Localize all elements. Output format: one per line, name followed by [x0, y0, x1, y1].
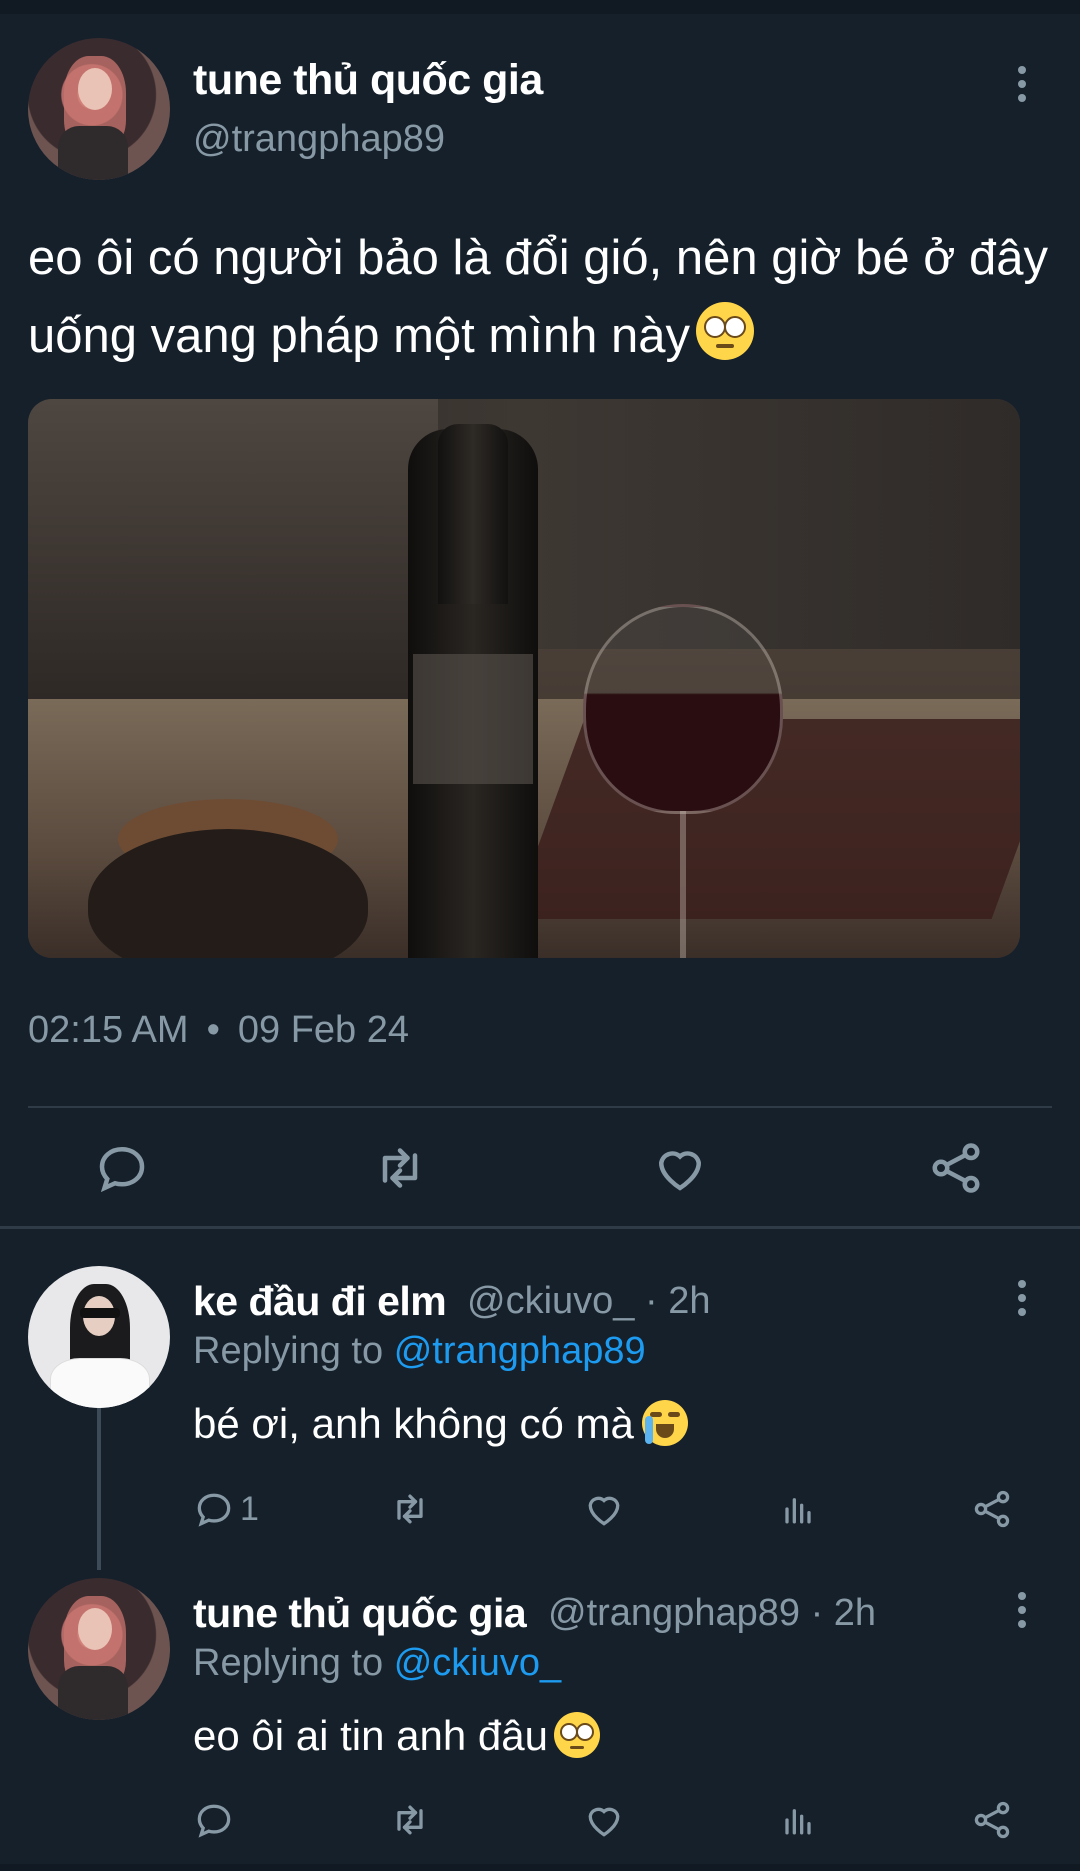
replying-to: Replying to @ckiuvo_ — [193, 1642, 561, 1685]
reply-text: bé ơi, anh không có mà — [193, 1400, 688, 1448]
reply-author-meta: @trangphap89 · 2h — [548, 1592, 876, 1635]
section-divider — [0, 1226, 1080, 1229]
replying-mention[interactable]: @ckiuvo_ — [394, 1642, 561, 1684]
like-icon[interactable] — [582, 1798, 626, 1842]
timestamp-separator: • — [206, 1009, 220, 1051]
analytics-icon[interactable] — [776, 1487, 820, 1531]
reply-icon[interactable]: 1 — [192, 1487, 259, 1531]
tweet-text: eo ôi có người bảo là đổi gió, nên giờ b… — [28, 219, 1073, 375]
replying-prefix: Replying to — [193, 1330, 384, 1372]
reply-avatar[interactable] — [28, 1578, 170, 1720]
more-options-icon[interactable] — [1016, 1592, 1028, 1632]
reply-age: · 2h — [644, 1280, 711, 1322]
reply-handle[interactable]: @trangphap89 — [548, 1592, 800, 1634]
eye-roll-emoji-icon — [695, 302, 754, 360]
more-options-icon[interactable] — [1016, 66, 1028, 106]
reply-handle[interactable]: @ckiuvo_ — [467, 1280, 634, 1322]
author-avatar[interactable] — [28, 38, 170, 180]
eye-roll-emoji-icon — [553, 1712, 600, 1758]
reply-icon[interactable] — [192, 1798, 236, 1842]
thread-connector — [97, 1408, 101, 1570]
tweet-body: eo ôi có người bảo là đổi gió, nên giờ b… — [28, 231, 1049, 363]
crying-emoji-icon — [641, 1400, 688, 1446]
share-icon[interactable] — [926, 1138, 986, 1198]
bottom-divider — [0, 1864, 1080, 1871]
tweet-photo[interactable] — [28, 399, 1020, 958]
tweet-timestamp: 02:15 AM • 09 Feb 24 — [28, 1009, 409, 1052]
tweet-date: 09 Feb 24 — [237, 1009, 410, 1051]
reply-author-name[interactable]: tune thủ quốc gia — [193, 1590, 527, 1637]
reply-body: bé ơi, anh không có mà — [193, 1400, 634, 1447]
reply-author-name[interactable]: ke đầu đi elm — [193, 1278, 447, 1325]
share-icon[interactable] — [970, 1487, 1014, 1531]
top-divider — [0, 0, 1080, 14]
main-tweet: tune thủ quốc gia @trangphap89 eo ôi có … — [0, 14, 1080, 1228]
retweet-icon[interactable] — [388, 1798, 432, 1842]
retweet-icon[interactable] — [388, 1487, 432, 1531]
more-options-icon[interactable] — [1016, 1280, 1028, 1320]
author-name[interactable]: tune thủ quốc gia — [193, 56, 543, 105]
replying-prefix: Replying to — [193, 1642, 384, 1684]
analytics-icon[interactable] — [776, 1798, 820, 1842]
reply-count: 1 — [240, 1489, 259, 1528]
reply-body: eo ôi ai tin anh đâu — [193, 1712, 548, 1759]
reply-age: · 2h — [810, 1592, 877, 1634]
reply-author-meta: @ckiuvo_ · 2h — [467, 1280, 710, 1323]
reply-avatar[interactable] — [28, 1266, 170, 1408]
divider — [28, 1106, 1052, 1108]
replying-to: Replying to @trangphap89 — [193, 1330, 646, 1373]
tweet-time: 02:15 AM — [28, 1009, 189, 1051]
like-icon[interactable] — [582, 1487, 626, 1531]
like-icon[interactable] — [650, 1138, 710, 1198]
replying-mention[interactable]: @trangphap89 — [394, 1330, 646, 1372]
reply-text: eo ôi ai tin anh đâu — [193, 1712, 600, 1760]
retweet-icon[interactable] — [370, 1138, 430, 1198]
share-icon[interactable] — [970, 1798, 1014, 1842]
author-handle[interactable]: @trangphap89 — [193, 118, 445, 161]
reply-icon[interactable] — [92, 1138, 152, 1198]
